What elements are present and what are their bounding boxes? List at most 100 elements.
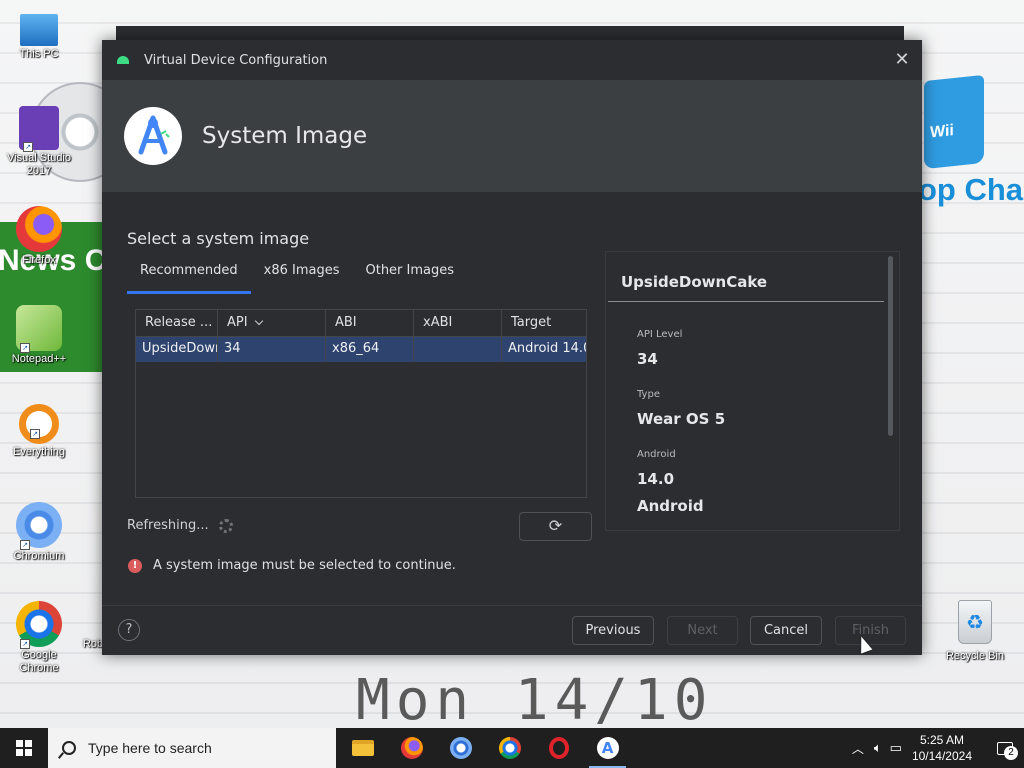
android-studio-icon: A [596, 737, 619, 759]
section-title: Select a system image [127, 229, 310, 248]
android-icon [117, 56, 129, 64]
table-cell: Android 14.0 [508, 341, 586, 356]
column-header-release[interactable]: Release ... [136, 310, 218, 336]
tab-x86-images[interactable]: x86 Images [251, 264, 353, 294]
windows-logo-icon [16, 740, 32, 756]
table-cell: UpsideDownCake [136, 337, 218, 362]
desktop-icon-this-pc[interactable]: This PC [1, 10, 77, 61]
wizard-footer: ? Previous Next Cancel Finish [102, 605, 922, 655]
next-button[interactable]: Next [667, 616, 738, 645]
help-button[interactable]: ? [118, 619, 140, 641]
api-level-value: 34 [637, 350, 658, 368]
taskbar-chromium[interactable] [436, 728, 485, 768]
taskbar-android-studio[interactable]: A [583, 728, 632, 768]
android-version-value: 14.0 [637, 470, 675, 488]
taskbar: Type here to search A ︿ 🔈︎ ▭ 5:25 AM 10/… [0, 728, 1024, 768]
close-icon[interactable]: ✕ [892, 50, 912, 70]
system-image-table: Release ... API ABI xABI Target UpsideDo… [135, 309, 587, 498]
volume-icon[interactable]: 🔈︎ [874, 740, 882, 756]
shortcut-arrow-icon: ↗ [30, 429, 40, 439]
desktop-icon-label: Everything [13, 446, 65, 458]
search-placeholder: Type here to search [88, 740, 212, 756]
computer-icon [20, 14, 58, 46]
previous-button[interactable]: Previous [572, 616, 654, 645]
desktop-icon-label: Google Chrome [19, 649, 59, 674]
desktop-icon-label: This PC [19, 48, 59, 60]
android-studio-icon [124, 107, 182, 165]
everything-search-icon: ↗ [19, 404, 59, 444]
desktop-icon-label: Visual Studio 2017 [6, 152, 71, 177]
system-tray: ︿ 🔈︎ ▭ 5:25 AM 10/14/2024 2 [852, 728, 1024, 768]
column-header-label: xABI [423, 315, 453, 330]
taskbar-file-explorer[interactable] [338, 728, 387, 768]
table-row[interactable]: UpsideDownCake 34 x86_64 Android 14.0 [136, 337, 586, 362]
desktop-icon-label: Chromium [13, 550, 65, 562]
desktop-icon-label: Notepad++ [11, 353, 67, 365]
chromium-icon [449, 737, 472, 759]
firefox-icon [400, 737, 423, 759]
firefox-icon [16, 206, 62, 252]
shortcut-arrow-icon: ↗ [20, 639, 30, 649]
network-icon[interactable]: ▭ [890, 740, 902, 756]
error-icon: ! [128, 558, 142, 573]
column-header-xabi[interactable]: xABI [414, 310, 502, 336]
details-divider [608, 301, 884, 302]
chrome-icon: ↗ [16, 601, 62, 649]
shortcut-arrow-icon: ↗ [23, 142, 33, 152]
shortcut-arrow-icon: ↗ [20, 540, 30, 550]
notification-count-badge: 2 [1004, 746, 1018, 760]
file-explorer-icon [351, 740, 374, 756]
android-name-value: Android [637, 497, 704, 515]
type-value: Wear OS 5 [637, 410, 726, 428]
wallpaper-bag-text: Wii [930, 122, 954, 142]
desktop-icon-firefox[interactable]: Firefox [1, 206, 77, 267]
column-header-label: Target [511, 315, 552, 330]
tab-other-images[interactable]: Other Images [352, 264, 467, 294]
details-scrollbar[interactable] [888, 256, 893, 436]
refreshing-label: Refreshing... [127, 518, 209, 533]
table-header: Release ... API ABI xABI Target [136, 310, 586, 337]
column-header-target[interactable]: Target [502, 310, 586, 336]
desktop-icon-notepad-plus-plus[interactable]: ↗ Notepad++ [1, 305, 77, 366]
table-cell [414, 337, 502, 362]
column-header-label: Release ... [145, 315, 213, 330]
notification-button[interactable]: 2 [986, 728, 1024, 768]
desktop-icon-everything[interactable]: ↗ Everything [1, 404, 77, 459]
taskbar-clock[interactable]: 5:25 AM 10/14/2024 [912, 732, 972, 764]
dialog-titlebar[interactable]: Virtual Device Configuration ✕ [102, 40, 922, 80]
clock-time: 5:25 AM [919, 733, 964, 747]
image-details-panel: UpsideDownCake API Level 34 Type Wear OS… [605, 251, 900, 531]
recycle-bin-icon: ♻ [958, 600, 992, 644]
desktop-icon-label: Firefox [22, 254, 56, 266]
desktop-icon-visual-studio[interactable]: ↗ Visual Studio 2017 [1, 106, 77, 178]
table-cell: x86_64 [326, 337, 414, 362]
column-header-abi[interactable]: ABI [326, 310, 414, 336]
refresh-button[interactable]: ⟳ [519, 512, 592, 541]
type-label: Type [637, 389, 660, 400]
page-title: System Image [202, 123, 368, 149]
chevron-up-icon[interactable]: ︿ [852, 740, 864, 757]
desktop-icon-label: Recycle Bin [945, 650, 1005, 662]
wallpaper-shop-bag: Wii [924, 74, 984, 170]
finish-button[interactable]: Finish [835, 616, 906, 645]
shortcut-arrow-icon: ↗ [20, 343, 30, 353]
cancel-button[interactable]: Cancel [750, 616, 822, 645]
taskbar-search-box[interactable]: Type here to search [48, 728, 336, 768]
start-button[interactable] [0, 728, 48, 768]
taskbar-opera[interactable] [534, 728, 583, 768]
desktop-icon-chromium[interactable]: ↗ Chromium [1, 502, 77, 563]
details-title: UpsideDownCake [621, 273, 768, 291]
wallpaper-shop-text: op Channe [918, 172, 1024, 207]
desktop-icon-recycle-bin[interactable]: ♻ Recycle Bin [940, 600, 1010, 662]
chromium-icon: ↗ [16, 502, 62, 550]
tab-recommended[interactable]: Recommended [127, 264, 251, 294]
loading-spinner-icon [218, 518, 233, 533]
taskbar-firefox[interactable] [387, 728, 436, 768]
column-header-api[interactable]: API [218, 310, 326, 336]
taskbar-chrome[interactable] [485, 728, 534, 768]
validation-error: ! A system image must be selected to con… [128, 558, 456, 573]
refresh-icon: ⟳ [548, 516, 563, 535]
chrome-icon [498, 737, 521, 759]
refreshing-status: Refreshing... [127, 518, 233, 533]
wizard-content: Select a system image Recommended x86 Im… [102, 192, 922, 605]
